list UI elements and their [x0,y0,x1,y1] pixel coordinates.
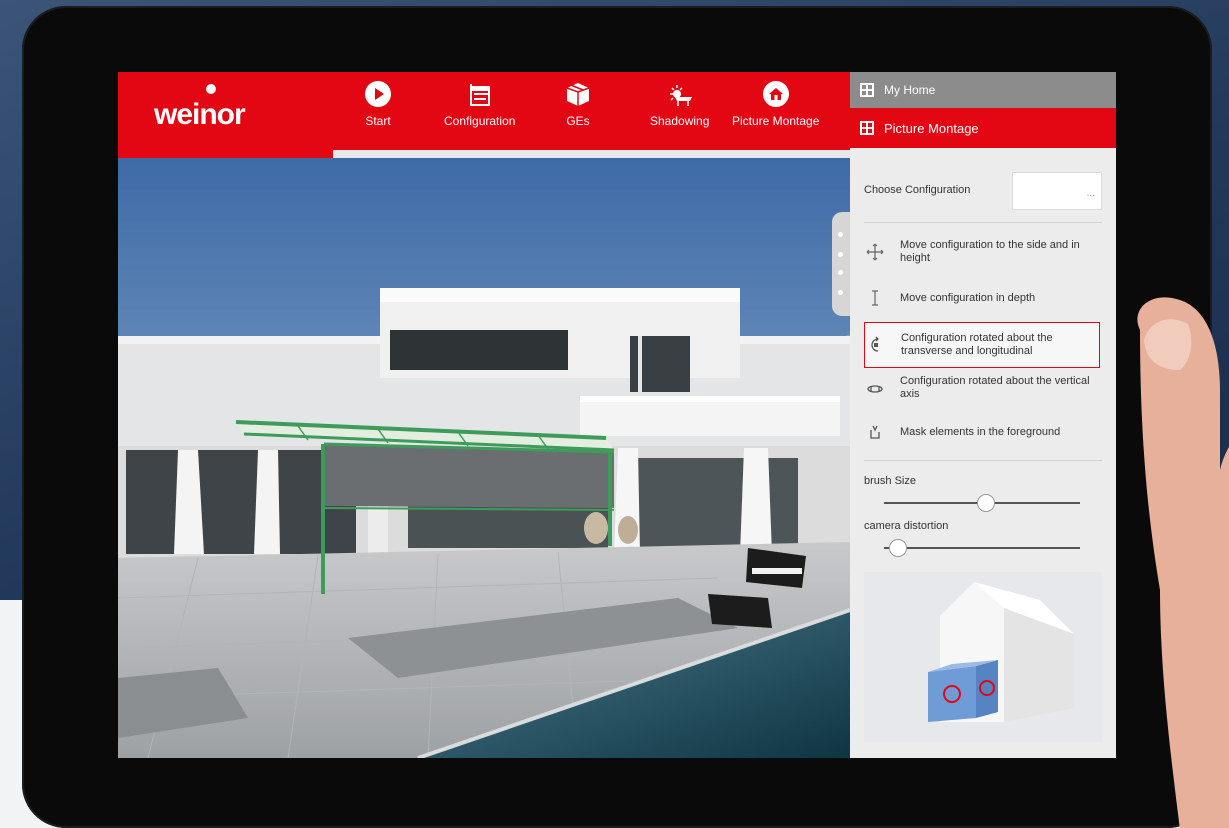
montage-viewport[interactable] [118,158,850,758]
move-arrows-icon [864,241,886,263]
pergola-icon [466,80,494,108]
camera-distortion-label: camera distortion [864,520,949,532]
hand-image [1137,297,1229,828]
tool-move-side-height[interactable]: Move configuration to the side and in he… [864,238,1100,266]
choose-configuration-select[interactable]: ... [1012,172,1102,210]
tool-label: Mask elements in the foreground [900,425,1061,438]
tool-label: Configuration rotated about the vertical… [900,375,1090,400]
top-navigation-bar: weinor Start Configuration GEs Shadowing [118,72,850,150]
nav-picture-montage-label: Picture Montage [732,114,820,128]
nav-shadowing-label: Shadowing [650,114,710,128]
tool-mask-foreground[interactable]: Mask elements in the foreground [864,418,1100,446]
tool-label: Move configuration to the side and in he… [900,239,1080,264]
nav-start[interactable]: Start [364,80,392,138]
sun-icon [666,80,694,108]
tool-label: Move configuration in depth [900,291,1036,304]
my-home-label: My Home [884,83,936,97]
nav-picture-montage[interactable]: Picture Montage [732,80,819,138]
nav-shadowing[interactable]: Shadowing [650,80,709,138]
weinor-logo: weinor [154,98,246,131]
choose-configuration-label: Choose Configuration [864,184,971,196]
mask-icon [864,421,886,443]
home-icon [762,80,790,108]
brush-size-label: brush Size [864,475,916,487]
grid-icon [860,121,874,135]
house-scene-image [118,158,850,758]
tool-label: Configuration rotated about the transver… [901,332,1053,357]
panel-collapse-handle[interactable] [832,212,850,316]
my-home-header[interactable]: My Home [850,72,1116,108]
divider [864,222,1102,223]
nav-ges[interactable]: GEs [564,80,592,138]
depth-icon [864,287,886,309]
play-icon [364,80,392,108]
house-rotation-preview-image [864,572,1102,742]
rotate-axis-icon [865,334,887,356]
nav-configuration[interactable]: Configuration [444,80,515,138]
tool-rotate-transverse[interactable]: Configuration rotated about the transver… [864,322,1100,368]
brush-size-slider[interactable] [884,494,1080,512]
box-icon [564,80,592,108]
choose-configuration-value: ... [1086,188,1095,199]
nav-start-label: Start [365,114,391,128]
camera-distortion-slider-thumb[interactable] [889,539,908,557]
top-bar-underline [118,148,850,158]
picture-montage-header[interactable]: Picture Montage [850,108,1116,148]
tool-rotate-vertical[interactable]: Configuration rotated about the vertical… [864,374,1100,402]
nav-ges-label: GEs [566,114,590,128]
logo-dot [206,84,216,94]
grid-icon [860,83,874,97]
app-screen: weinor Start Configuration GEs Shadowing [118,72,1116,758]
rotate-vertical-icon [864,377,886,399]
picture-montage-label: Picture Montage [884,120,979,136]
rotation-preview-3d[interactable] [864,572,1102,742]
tool-move-depth[interactable]: Move configuration in depth [864,284,1100,312]
right-side-panel: My Home Picture Montage Choose Configura… [850,72,1116,758]
divider [864,460,1102,461]
camera-distortion-slider[interactable] [884,539,1080,557]
nav-configuration-label: Configuration [444,114,516,128]
brush-size-slider-thumb[interactable] [976,494,995,512]
